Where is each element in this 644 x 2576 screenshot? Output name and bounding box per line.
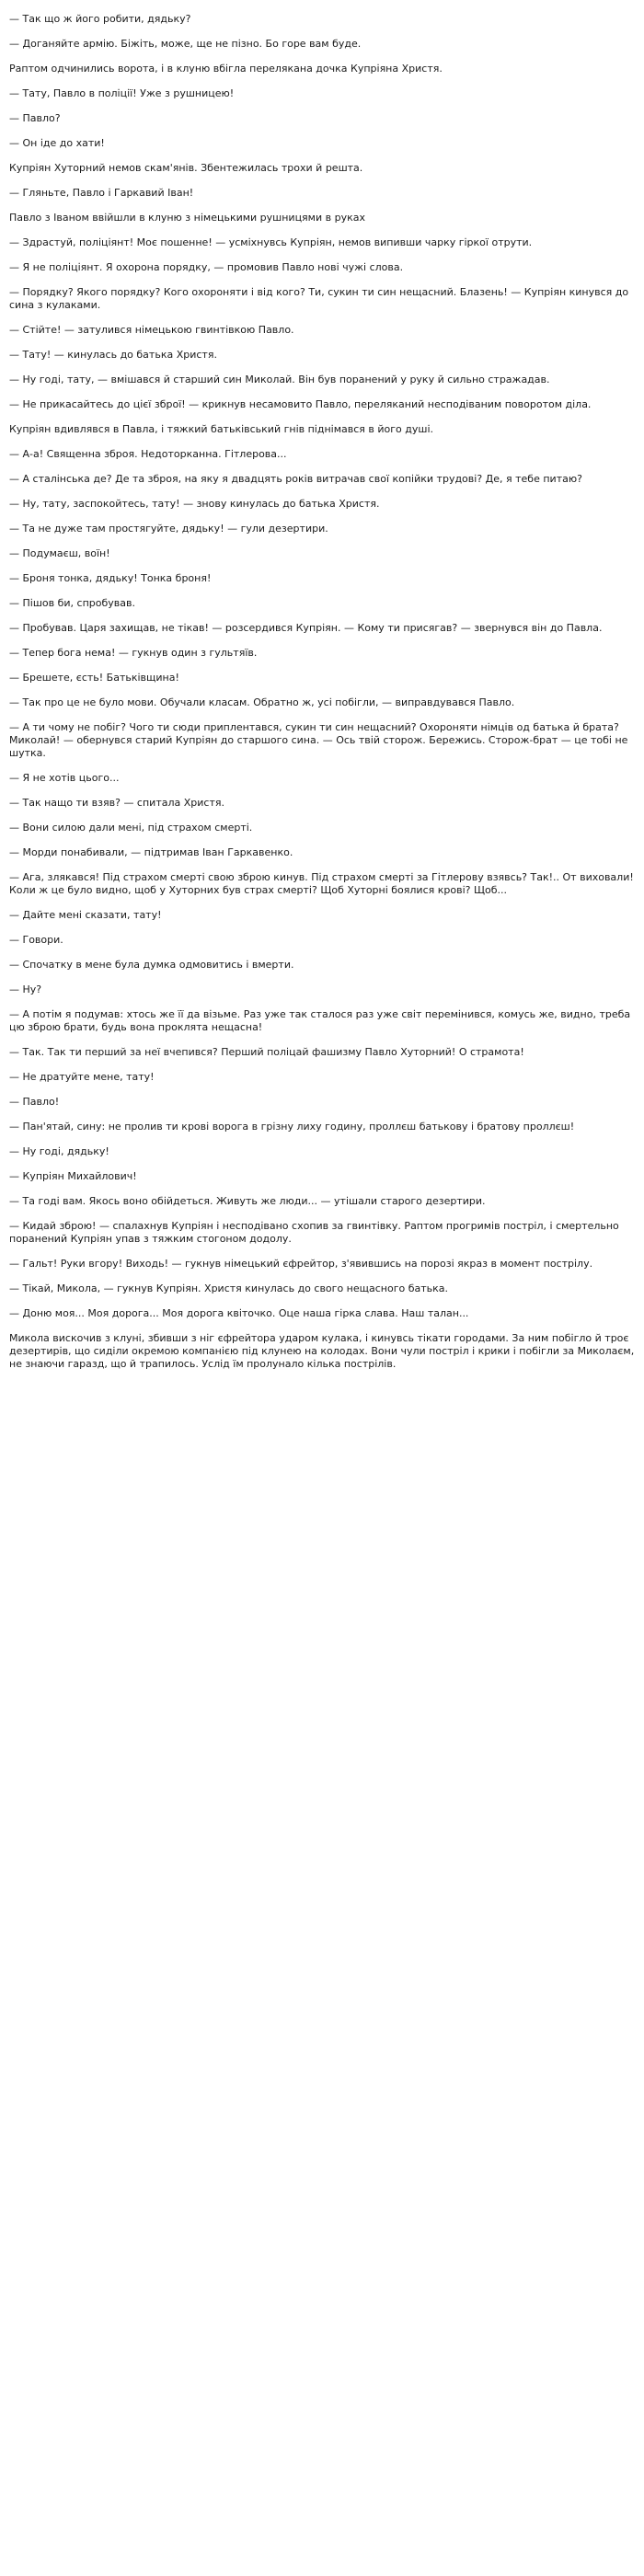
paragraph: — Так нащо ти взяв? — спитала Христя. [9, 797, 224, 809]
paragraph: — Здрастуй, поліціянт! Моє пошенне! — ус… [9, 236, 533, 248]
paragraph: — Гальт! Руки вгору! Виходь! — гукнув ні… [9, 1258, 593, 1270]
paragraph: Раптом одчинились ворота, і в клуню вбіг… [9, 63, 443, 75]
paragraph: Павло з Іваном ввійшли в клуню з німецьк… [9, 212, 365, 224]
paragraph: — Та не дуже там простягуйте, дядьку! — … [9, 523, 328, 535]
paragraph: — Доганяйте армію. Біжіть, може, ще не п… [9, 38, 362, 50]
paragraph: — Ну? [9, 983, 42, 995]
paragraph: — Стійте! — затулився німецькою гвинтівк… [9, 324, 294, 336]
paragraph: — Я не хотів цього... [9, 772, 120, 784]
paragraph: — Так про це не було мови. Обучали класа… [9, 696, 515, 708]
paragraph: — Броня тонка, дядьку! Тонка броня! [9, 572, 212, 584]
paragraph: — Кидай зброю! — спалахнув Купріян і нес… [9, 1220, 619, 1245]
paragraph: — Тепер бога нема! — гукнув один з гульт… [9, 647, 258, 659]
paragraph: — Пішов би, спробував. [9, 597, 135, 609]
paragraph: — А сталінська де? Де та зброя, на яку я… [9, 473, 582, 485]
paragraph: — Пробував. Царя захищав, не тікав! — ро… [9, 622, 603, 634]
paragraph: — А потім я подумав: хтось же її да візь… [9, 1008, 631, 1033]
paragraph: — Пан'ятай, сину: не пролив ти крові вор… [9, 1121, 575, 1133]
paragraph: — Павло? [9, 112, 61, 124]
paragraph: — Тату, Павло в поліції! Уже з рушницею! [9, 87, 235, 99]
paragraph: Микола вискочив з клуні, збивши з ніг єф… [9, 1332, 635, 1370]
paragraph: — Подумаєш, воїн! [9, 547, 110, 559]
paragraph: — Так що ж його робити, дядьку? [9, 13, 191, 25]
paragraph: — Ага, злякався! Під страхом смерті свою… [9, 871, 634, 896]
paragraph: — Брешете, єсть! Батьківщина! [9, 672, 179, 684]
paragraph: — Порядку? Якого порядку? Кого охороняти… [9, 286, 629, 311]
paragraph: — Та годі вам. Якось воно обійдеться. Жи… [9, 1195, 486, 1207]
paragraph: — Гляньте, Павло і Гаркавий Іван! [9, 187, 194, 199]
paragraph: — А ти чому не побіг? Чого ти сюди припл… [9, 721, 628, 759]
paragraph: Купріян вдивлявся в Павла, і тяжкий бать… [9, 423, 433, 435]
paragraph: — Павло! [9, 1096, 60, 1108]
paragraph: — Доню моя... Моя дорога... Моя дорога к… [9, 1307, 469, 1319]
paragraph: — Говори. [9, 934, 63, 946]
paragraph: — Не дратуйте мене, тату! [9, 1071, 155, 1083]
paragraph: — Ну годі, дядьку! [9, 1145, 109, 1157]
paragraph: — Вони силою дали мені, під страхом смер… [9, 822, 253, 834]
paragraph: — Ну, тату, заспокойтесь, тату! — знову … [9, 498, 380, 510]
paragraph: — Я не поліціянт. Я охорона порядку, — п… [9, 261, 404, 273]
paragraph: — Не прикасайтесь до цієї зброї! — крикн… [9, 398, 592, 410]
document-page: — Так що ж його робити, дядьку? — Доганяй… [0, 0, 644, 1371]
paragraph: — Тікай, Микола, — гукнув Купріян. Христ… [9, 1282, 449, 1294]
paragraph: — Морди понабивали, — підтримав Іван Гар… [9, 846, 293, 858]
paragraph: — Дайте мені сказати, тату! [9, 909, 162, 921]
paragraph: — Ну годі, тату, — вмішався й старший си… [9, 374, 550, 385]
paragraph: — Купріян Михайлович! [9, 1170, 137, 1182]
paragraph: — Он іде до хати! [9, 137, 105, 149]
paragraph: — А-а! Священна зброя. Недоторканна. Гіт… [9, 448, 287, 460]
paragraph: — Тату! — кинулась до батька Христя. [9, 349, 217, 361]
paragraph: Купріян Хуторний немов скам'янів. Збенте… [9, 162, 363, 174]
paragraph: — Спочатку в мене була думка одмовитись … [9, 959, 294, 971]
paragraph: — Так. Так ти перший за неї вчепився? Пе… [9, 1046, 524, 1058]
